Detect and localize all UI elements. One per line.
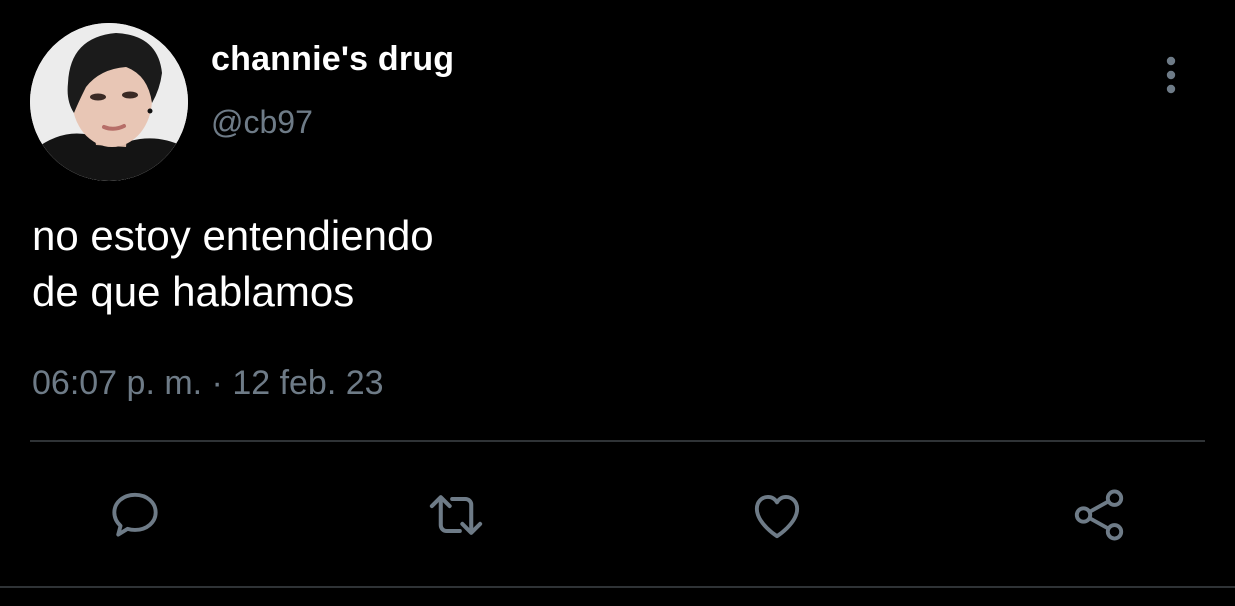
divider [30,440,1205,442]
retweet-icon [429,495,483,535]
reply-icon [112,492,158,537]
user-handle[interactable]: @cb97 [211,104,313,141]
divider [0,586,1235,588]
heart-icon [754,494,800,539]
more-vertical-icon [1166,56,1176,94]
avatar-image [30,23,188,181]
tweet-timestamp[interactable]: 06:07 p. m. · 12 feb. 23 [32,364,384,403]
tweet-text: no estoy entendiendo de que hablamos [32,208,932,320]
tweet-text-line: no estoy entendiendo [32,212,434,259]
display-name[interactable]: channie's drug [211,40,454,79]
avatar[interactable] [30,23,188,181]
more-options-button[interactable] [1150,52,1192,98]
tweet-card: channie's drug @cb97 no estoy entendiend… [0,0,1235,606]
retweet-button[interactable] [421,480,491,550]
share-icon [1074,489,1124,541]
reply-button[interactable] [100,480,170,550]
like-button[interactable] [742,480,812,550]
share-button[interactable] [1064,480,1134,550]
tweet-text-line: de que hablamos [32,268,355,315]
